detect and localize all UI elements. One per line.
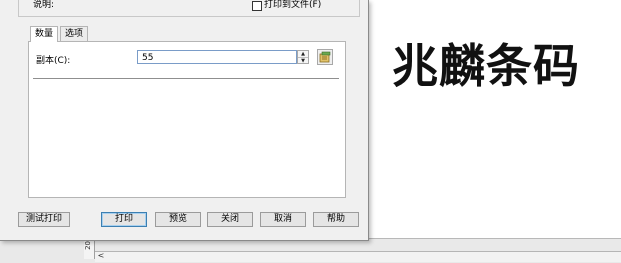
help-button[interactable]: 帮助 <box>313 212 359 227</box>
copies-input[interactable]: 55 <box>137 50 297 64</box>
spin-down-icon[interactable]: ▼ <box>298 58 308 64</box>
print-button[interactable]: 打印 <box>101 212 147 227</box>
copies-label: 副本(C): <box>36 56 71 66</box>
copies-spinner[interactable]: ▲ ▼ <box>297 50 309 64</box>
tab-options[interactable]: 选项 <box>60 26 89 41</box>
print-to-file-checkbox[interactable] <box>252 0 262 11</box>
scroll-left-arrow-icon[interactable]: < <box>95 251 107 261</box>
horizontal-scrollbar[interactable] <box>95 251 621 262</box>
spin-up-icon[interactable]: ▲ <box>298 51 308 58</box>
properties-icon <box>319 51 331 63</box>
print-dialog: 说明: 打印到文件(F) 数量 选项 副本(C): 55 ▲ ▼ 测试打印 打印… <box>0 0 369 241</box>
quantity-panel: 副本(C): 55 ▲ ▼ <box>28 41 346 198</box>
print-to-file-option[interactable]: 打印到文件(F) <box>252 0 321 11</box>
close-button[interactable]: 关闭 <box>207 212 253 227</box>
vertical-ruler: 20 <box>84 239 95 259</box>
panel-divider <box>33 78 339 79</box>
description-label: 说明: <box>33 0 55 10</box>
print-to-file-label: 打印到文件(F) <box>264 0 322 10</box>
copies-properties-button[interactable] <box>317 49 333 65</box>
tab-quantity[interactable]: 数量 <box>30 26 59 42</box>
printer-group: 说明: 打印到文件(F) <box>18 0 360 17</box>
preview-button[interactable]: 预览 <box>155 212 201 227</box>
brand-title: 兆麟条码 <box>392 39 580 93</box>
ruler-label: 20 <box>84 241 92 250</box>
test-print-button[interactable]: 测试打印 <box>18 212 70 227</box>
cancel-button[interactable]: 取消 <box>260 212 306 227</box>
